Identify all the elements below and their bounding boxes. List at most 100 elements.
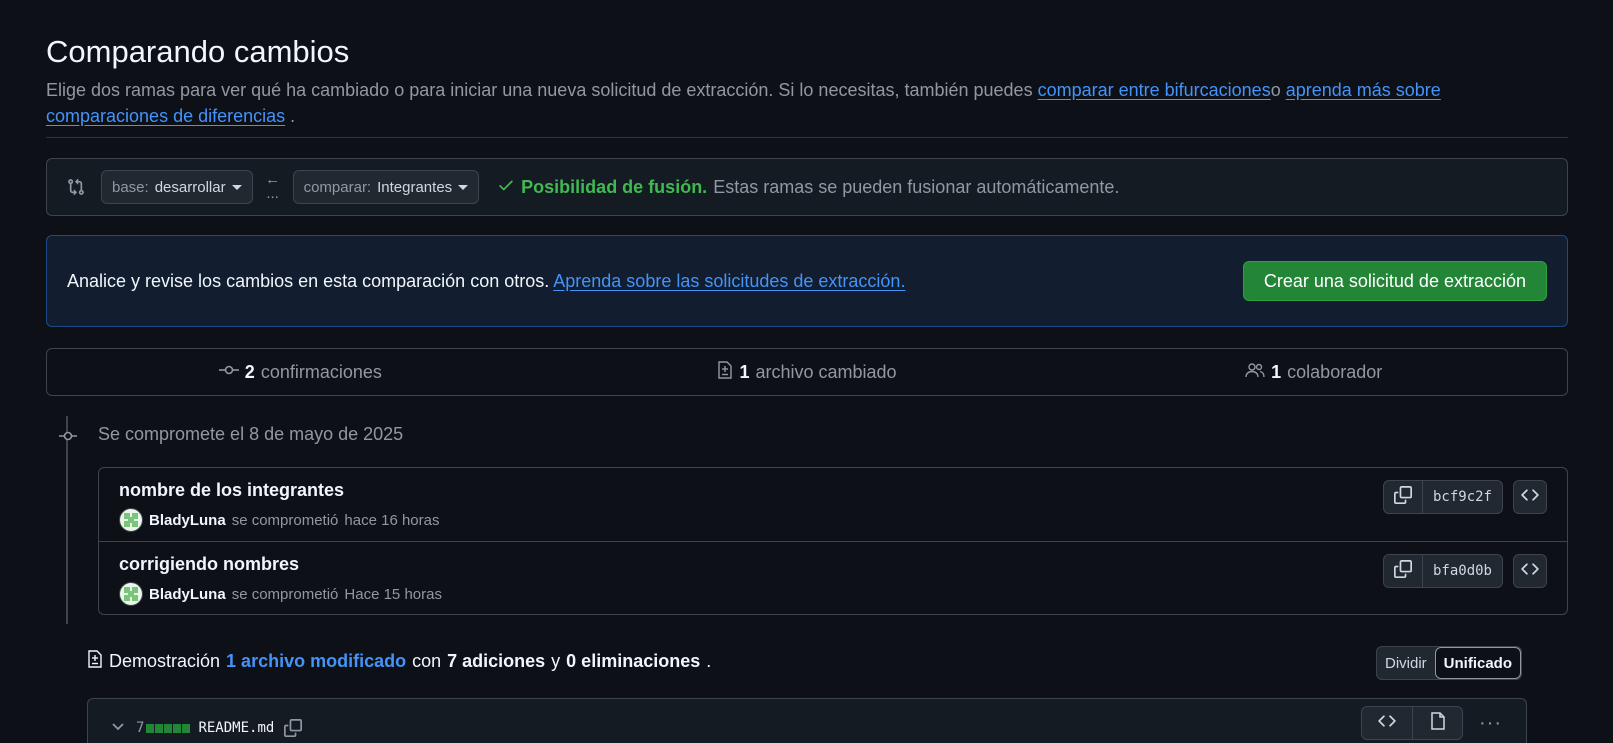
learn-pr-link[interactable]: Aprenda sobre las solicitudes de extracc… [553,271,905,291]
copy-icon [1393,559,1412,583]
commit-author[interactable]: BladyLuna [149,586,226,603]
commit-icon [59,428,77,449]
file-header: 7 README.md ··· [87,698,1527,743]
merge-status-label: Posibilidad de fusión. [521,176,708,197]
code-icon [1521,486,1539,509]
copy-icon[interactable] [284,719,303,737]
commit-list: nombre de los integrantes BladyLuna se c… [98,467,1568,615]
diff-end: . [706,651,712,671]
avatar[interactable] [119,582,143,606]
base-branch-select[interactable]: base: desarrollar [101,170,253,204]
avatar[interactable] [119,508,143,532]
diffstat-block [182,723,191,733]
banner-message: Analice y revise los cambios en esta com… [67,270,550,291]
caret-down-icon [458,184,469,190]
diff-with: con [412,651,442,671]
file-view-group [1361,706,1464,740]
commit-sha-link[interactable]: bcf9c2f [1421,481,1502,513]
commit-meta: BladyLuna se comprometió hace 16 horas [119,508,1547,532]
merge-status: Posibilidad de fusión. Estas ramas se pu… [497,176,1119,199]
sha-group: bcf9c2f [1382,480,1503,514]
file-diff-icon [87,650,103,673]
ellipsis-text: ... [266,185,279,202]
files-count: 1 [739,361,750,382]
more-options-icon[interactable]: ··· [1473,712,1508,735]
file-diff-icon [717,360,733,384]
compare-forks-link[interactable]: comparar entre bifurcaciones [1038,80,1271,100]
compare-direction: ← ... [253,172,293,202]
compare-branch-select[interactable]: comparar: Integrantes [292,170,480,204]
view-rich-button[interactable] [1412,707,1462,739]
create-pr-button[interactable]: Crear una solicitud de extracción [1242,261,1547,301]
code-icon [1378,712,1396,735]
stat-files[interactable]: 1 archivo cambiado [554,360,1061,384]
copy-sha-button[interactable] [1384,555,1422,587]
split-view-button[interactable]: Dividir [1377,647,1435,679]
compare-stats: 2 confirmaciones 1 archivo cambiado 1 co… [46,348,1568,396]
commit-meta: BladyLuna se comprometió Hace 15 horas [119,582,1547,606]
commit-action: se comprometió [231,511,339,529]
additions-count: 7 adiciones [447,651,546,671]
commit-time: Hace 15 horas [344,585,442,603]
subtitle-end: . [285,106,296,126]
contributors-count: 1 [1271,361,1282,382]
range-editor: base: desarrollar ← ... comparar: Integr… [46,158,1568,216]
divider [46,137,1568,138]
check-icon [497,176,515,199]
file-change-count: 7 [136,720,145,736]
subtitle-or: o [1270,80,1286,100]
compare-key: comparar: [303,178,372,196]
copy-icon [1393,485,1412,509]
commit-message-link[interactable]: corrigiendo nombres [119,552,1547,576]
chevron-down-icon[interactable] [110,718,126,739]
commit-sha-link[interactable]: bfa0d0b [1421,555,1502,587]
page-header: Comparando cambios Elige dos ramas para … [46,33,1568,129]
diffstat-block [146,723,155,733]
caret-down-icon [231,184,242,190]
file-name-link[interactable]: README.md [198,720,274,736]
sha-group: bfa0d0b [1382,554,1503,588]
commit-item: nombre de los integrantes BladyLuna se c… [99,468,1567,541]
page-title: Comparando cambios [46,34,350,69]
commit-author[interactable]: BladyLuna [149,512,226,529]
commits-date-heading: Se compromete el 8 de mayo de 2025 [98,424,404,444]
pr-banner: Analice y revise los cambios en esta com… [46,235,1568,327]
diff-prefix: Demostración [109,651,221,671]
commits-count: 2 [244,361,255,382]
commit-time: hace 16 horas [344,511,440,529]
files-label: archivo cambiado [755,361,897,382]
stat-commits[interactable]: 2 confirmaciones [47,362,554,383]
stat-contributors[interactable]: 1 colaborador [1060,362,1567,383]
base-key: base: [112,178,149,196]
diff-summary: Demostración 1 archivo modificado con 7 … [87,650,711,673]
people-icon [1245,362,1265,383]
diffstat-block [155,723,164,733]
diff-and: y [551,651,561,671]
commit-icon [218,362,239,383]
file-icon [1430,711,1446,735]
commit-actions: bfa0d0b [1382,554,1547,588]
subtitle-text: Elige dos ramas para ver qué ha cambiado… [46,80,1038,100]
commit-message-link[interactable]: nombre de los integrantes [119,478,1547,502]
view-source-button[interactable] [1362,707,1412,739]
browse-files-button[interactable] [1513,554,1547,588]
banner-text: Analice y revise los cambios en esta com… [67,271,905,292]
code-icon [1521,560,1539,583]
diff-view-toggle: Dividir Unificado [1376,646,1523,680]
commit-item: corrigiendo nombres BladyLuna se comprom… [99,541,1567,614]
base-value: desarrollar [154,178,226,196]
contributors-label: colaborador [1287,361,1383,382]
changed-files-link[interactable]: 1 archivo modificado [226,651,406,672]
git-compare-icon [67,178,101,196]
browse-files-button[interactable] [1513,480,1547,514]
diffstat-blocks [146,723,191,733]
commits-label: confirmaciones [260,361,382,382]
page-subtitle: Elige dos ramas para ver qué ha cambiado… [46,77,1526,129]
deletions-count: 0 eliminaciones [566,651,701,671]
merge-status-detail: Estas ramas se pueden fusionar automátic… [713,176,1120,197]
commit-actions: bcf9c2f [1382,480,1547,514]
copy-sha-button[interactable] [1384,481,1422,513]
compare-value: Integrantes [377,178,453,196]
diffstat-block [173,723,182,733]
unified-view-button[interactable]: Unificado [1434,647,1522,679]
